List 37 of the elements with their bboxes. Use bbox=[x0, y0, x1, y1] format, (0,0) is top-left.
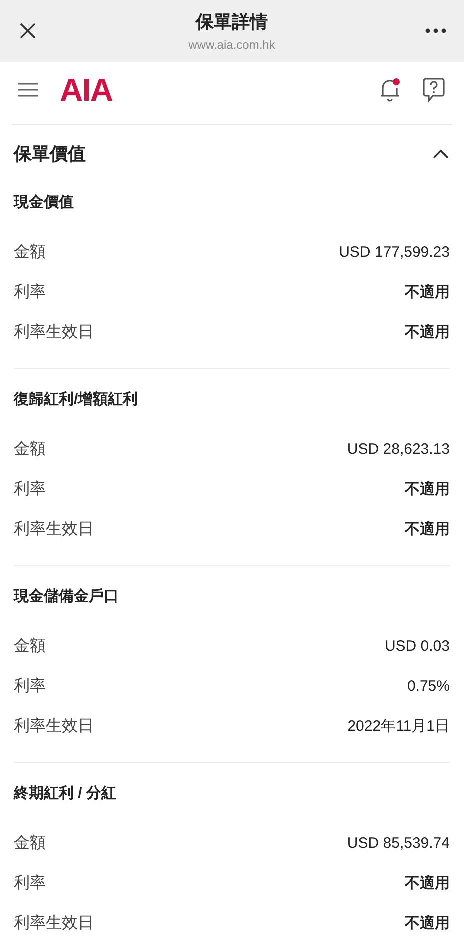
group-title: 復歸紅利/增額紅利 bbox=[14, 390, 138, 410]
field-label: 利率生效日 bbox=[14, 520, 94, 540]
logo: AIA bbox=[60, 71, 113, 110]
field-label: 利率 bbox=[14, 282, 46, 303]
help-button[interactable] bbox=[420, 76, 448, 104]
field-label: 利率生效日 bbox=[14, 914, 94, 934]
field-value: USD 177,599.23 bbox=[339, 242, 450, 263]
field-value: 不適用 bbox=[405, 480, 450, 500]
group-title: 現金儲備金戶口 bbox=[14, 586, 119, 607]
field-value: USD 0.03 bbox=[384, 636, 450, 657]
help-icon bbox=[422, 77, 446, 103]
field-value: 不適用 bbox=[405, 874, 450, 894]
field-label: 利率生效日 bbox=[14, 322, 94, 343]
more-icon bbox=[424, 28, 447, 34]
field-value: 不適用 bbox=[405, 914, 450, 934]
section-header[interactable]: 保單價值 bbox=[14, 125, 450, 183]
field-value: USD 28,623.13 bbox=[347, 440, 450, 460]
field-label: 利率 bbox=[14, 874, 46, 894]
close-icon bbox=[19, 22, 37, 40]
field-label: 利率 bbox=[14, 676, 46, 697]
field-label: 金額 bbox=[14, 242, 46, 263]
field-value: USD 85,539.74 bbox=[347, 834, 450, 854]
page-title: 保單詳情 bbox=[196, 10, 268, 34]
menu-icon bbox=[17, 82, 39, 98]
field-value: 不適用 bbox=[405, 322, 450, 343]
field-value: 2022年11月1日 bbox=[348, 716, 450, 737]
field-label: 利率 bbox=[14, 480, 46, 500]
field-value: 不適用 bbox=[405, 282, 450, 303]
field-value: 0.75% bbox=[407, 676, 450, 697]
field-label: 利率生效日 bbox=[14, 716, 94, 737]
group-title: 現金價值 bbox=[14, 192, 74, 213]
page-url: www.aia.com.hk bbox=[188, 36, 276, 54]
field-label: 金額 bbox=[14, 440, 46, 460]
field-label: 金額 bbox=[14, 636, 46, 657]
field-value: 不適用 bbox=[405, 520, 450, 540]
group-title: 終期紅利 / 分紅 bbox=[14, 784, 117, 804]
field-label: 金額 bbox=[14, 834, 46, 854]
